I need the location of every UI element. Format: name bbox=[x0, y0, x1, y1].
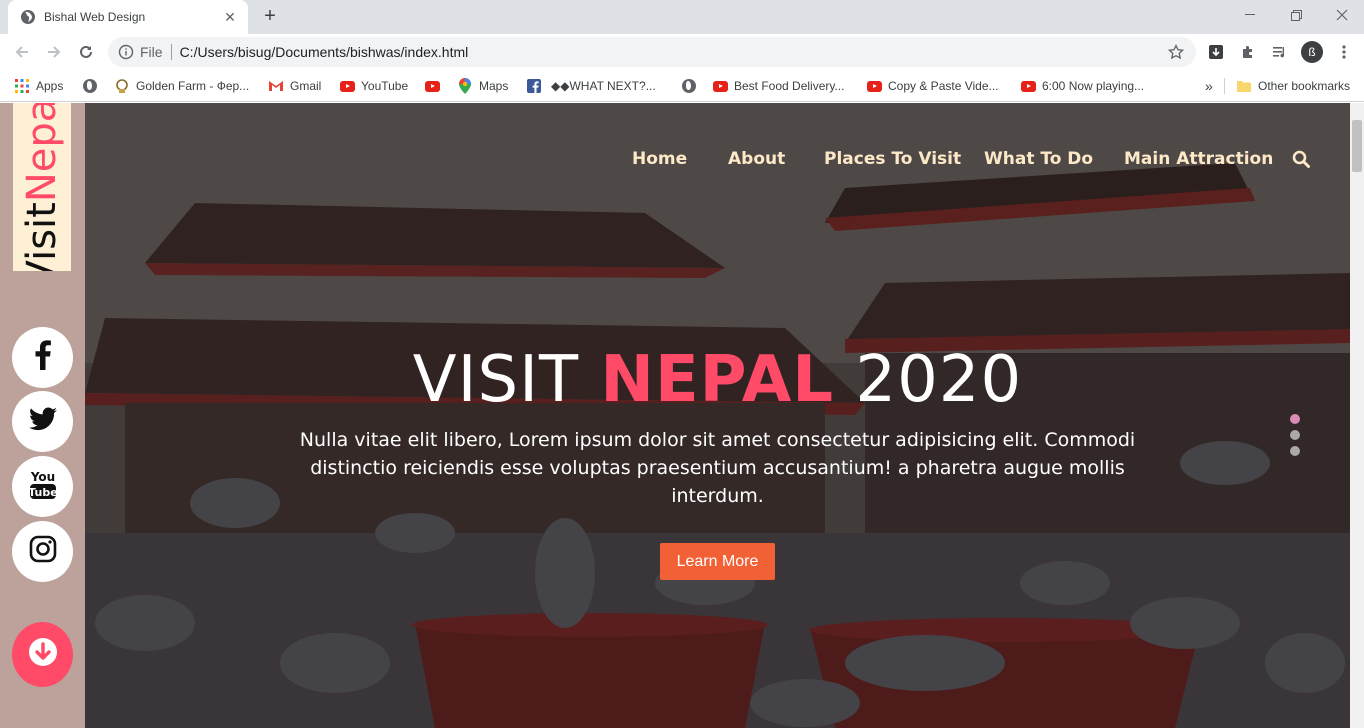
restore-icon[interactable] bbox=[1274, 0, 1318, 30]
web-page: VisitNepal You Tube Home About Places To… bbox=[0, 103, 1364, 728]
slider-dot-1[interactable] bbox=[1290, 414, 1300, 424]
forward-icon[interactable] bbox=[40, 38, 68, 66]
globe-icon bbox=[82, 78, 98, 94]
youtube-icon bbox=[712, 78, 728, 94]
hero-title-year: 2020 bbox=[855, 343, 1023, 417]
download-extension-icon[interactable] bbox=[1204, 40, 1228, 64]
browser-toolbar: File C:/Users/bisug/Documents/bishwas/in… bbox=[0, 34, 1364, 70]
apps-grid-icon bbox=[14, 78, 30, 94]
bookmark-youtube[interactable]: YouTube bbox=[339, 76, 408, 96]
back-icon[interactable] bbox=[8, 38, 36, 66]
bookmark-label: ◆◆WHAT NEXT?... bbox=[551, 79, 656, 93]
page-scrollbar[interactable] bbox=[1350, 103, 1364, 728]
hero-title: VISIT NEPAL 2020 bbox=[85, 343, 1350, 417]
reload-icon[interactable] bbox=[72, 38, 100, 66]
slider-dot-2[interactable] bbox=[1290, 430, 1300, 440]
folder-icon bbox=[1236, 78, 1252, 94]
svg-text:Tube: Tube bbox=[29, 486, 57, 499]
bookmark-apps[interactable]: Apps bbox=[14, 76, 63, 96]
globe-icon bbox=[20, 9, 36, 25]
address-bar[interactable]: File C:/Users/bisug/Documents/bishwas/in… bbox=[108, 37, 1196, 67]
bookmark-youtube-2[interactable] bbox=[424, 76, 446, 96]
bookmark-golden-farm[interactable]: Golden Farm - Фер... bbox=[114, 76, 249, 96]
bookmark-label: Other bookmarks bbox=[1258, 79, 1351, 93]
browser-tab[interactable]: Bishal Web Design ✕ bbox=[8, 0, 248, 34]
bookmark-star-icon[interactable] bbox=[1162, 38, 1190, 66]
arrow-down-icon bbox=[28, 637, 58, 672]
facebook-icon bbox=[526, 78, 542, 94]
site-logo[interactable]: VisitNepal bbox=[13, 103, 71, 271]
bookmark-globe[interactable] bbox=[82, 76, 104, 96]
maps-pin-icon bbox=[457, 78, 473, 94]
instagram-button[interactable] bbox=[12, 521, 73, 582]
menu-kebab-icon[interactable] bbox=[1332, 40, 1356, 64]
globe-icon bbox=[681, 78, 697, 94]
hero-section: Home About Places To Visit What To Do Ma… bbox=[85, 103, 1350, 728]
hero-description: Nulla vitae elit libero, Lorem ipsum dol… bbox=[299, 429, 1136, 507]
facebook-button[interactable] bbox=[12, 327, 73, 388]
gmail-icon bbox=[268, 78, 284, 94]
bookmark-label: Copy & Paste Vide... bbox=[888, 79, 999, 93]
extensions-puzzle-icon[interactable] bbox=[1236, 40, 1260, 64]
media-control-icon[interactable] bbox=[1268, 40, 1292, 64]
tab-strip: Bishal Web Design ✕ + bbox=[0, 0, 1364, 34]
bookmark-best-food[interactable]: Best Food Delivery... bbox=[712, 76, 844, 96]
address-scheme: File bbox=[140, 44, 163, 60]
tab-title: Bishal Web Design bbox=[44, 10, 146, 24]
scroll-down-button[interactable] bbox=[12, 622, 73, 687]
nav-about[interactable]: About bbox=[728, 149, 785, 171]
address-url[interactable]: C:/Users/bisug/Documents/bishwas/index.h… bbox=[180, 44, 1162, 60]
logo-text-nepal: Nepal bbox=[19, 103, 65, 203]
other-bookmarks[interactable]: Other bookmarks bbox=[1236, 76, 1350, 96]
bookmarks-divider bbox=[1224, 78, 1225, 94]
twitter-icon bbox=[28, 407, 57, 436]
bookmark-maps[interactable]: Maps bbox=[457, 76, 508, 96]
twitter-button[interactable] bbox=[12, 391, 73, 452]
bookmark-label: Apps bbox=[36, 79, 64, 93]
bookmark-copy-paste[interactable]: Copy & Paste Vide... bbox=[866, 76, 999, 96]
search-icon[interactable] bbox=[1292, 150, 1312, 170]
svg-text:You: You bbox=[29, 470, 54, 484]
close-tab-icon[interactable]: ✕ bbox=[222, 9, 238, 26]
facebook-icon bbox=[35, 340, 51, 375]
bookmark-facebook[interactable] bbox=[526, 76, 548, 96]
youtube-icon bbox=[1020, 78, 1036, 94]
bookmark-gmail[interactable]: Gmail bbox=[268, 76, 321, 96]
address-divider bbox=[170, 44, 172, 60]
nav-what-to-do[interactable]: What To Do bbox=[984, 149, 1093, 171]
close-window-icon[interactable] bbox=[1320, 0, 1364, 30]
new-tab-button[interactable]: + bbox=[258, 4, 282, 28]
bookmark-label: 6:00 Now playing... bbox=[1042, 79, 1145, 93]
youtube-icon bbox=[424, 78, 440, 94]
youtube-icon bbox=[866, 78, 882, 94]
sidebar: VisitNepal You Tube bbox=[0, 103, 85, 728]
hero-title-visit: VISIT bbox=[412, 343, 580, 417]
bookmark-label: YouTube bbox=[361, 79, 409, 93]
info-icon[interactable] bbox=[118, 44, 134, 60]
learn-more-button[interactable]: Learn More bbox=[660, 543, 775, 580]
logo-text-visit: Visit bbox=[19, 202, 65, 271]
nav-places-to-visit[interactable]: Places To Visit bbox=[824, 149, 961, 171]
bookmark-what-next[interactable]: ◆◆WHAT NEXT?... bbox=[551, 76, 656, 96]
bookmark-label: Maps bbox=[479, 79, 509, 93]
bookmarks-overflow-button[interactable]: » bbox=[1205, 76, 1213, 96]
scrollbar-thumb[interactable] bbox=[1352, 120, 1362, 172]
bookmark-label: Best Food Delivery... bbox=[734, 79, 845, 93]
profile-avatar[interactable]: ß bbox=[1301, 41, 1323, 63]
nav-main-attraction[interactable]: Main Attraction bbox=[1124, 149, 1273, 171]
golden-farm-icon bbox=[114, 78, 130, 94]
instagram-icon bbox=[29, 535, 57, 568]
hero-title-nepal: NEPAL bbox=[600, 343, 834, 417]
slider-dot-3[interactable] bbox=[1290, 446, 1300, 456]
bookmark-label: Gmail bbox=[290, 79, 322, 93]
youtube-icon: You Tube bbox=[28, 468, 57, 505]
youtube-button[interactable]: You Tube bbox=[12, 456, 73, 517]
bookmark-globe-2[interactable] bbox=[681, 76, 703, 96]
bookmarks-bar: Apps Golden Farm - Фер... Gmail YouTube … bbox=[0, 70, 1364, 102]
bookmark-now-playing[interactable]: 6:00 Now playing... bbox=[1020, 76, 1144, 96]
bookmark-label: Golden Farm - Фер... bbox=[136, 79, 250, 93]
nav-home[interactable]: Home bbox=[632, 149, 687, 171]
youtube-icon bbox=[339, 78, 355, 94]
minimize-icon[interactable] bbox=[1228, 0, 1272, 30]
